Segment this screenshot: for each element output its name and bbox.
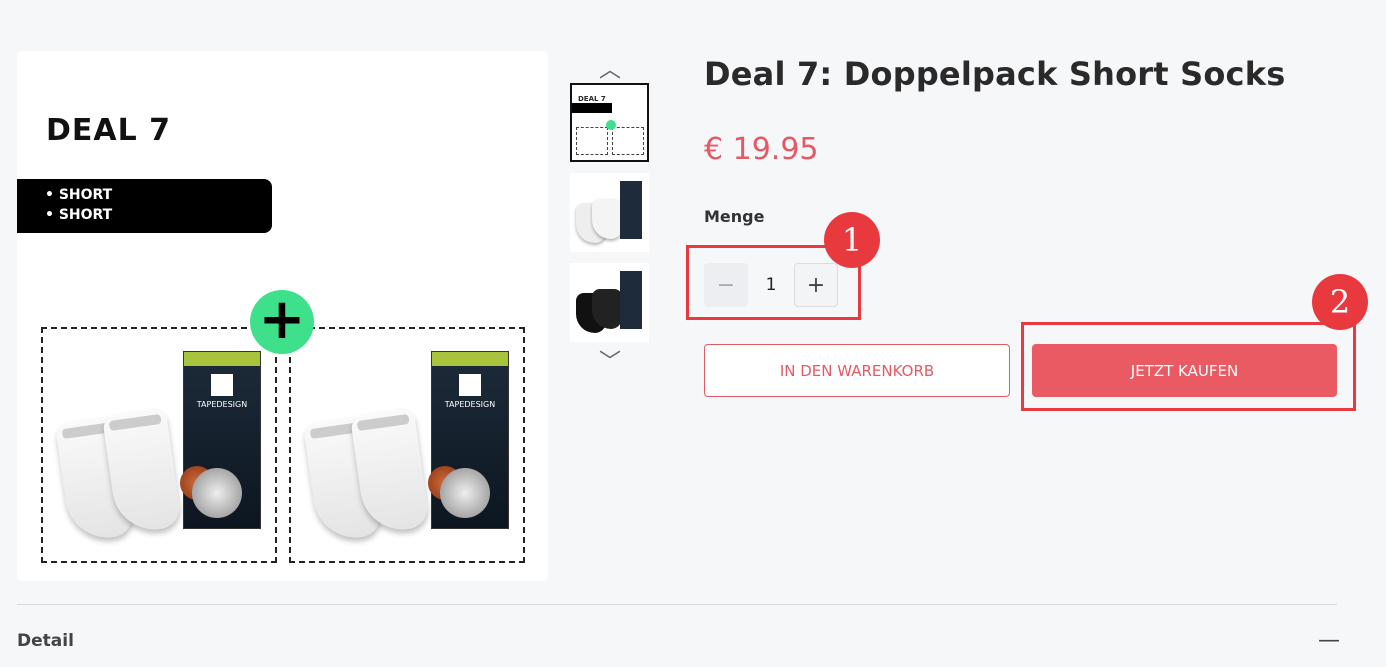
thumbnail-1[interactable]: DEAL 7 xyxy=(570,83,649,162)
detail-accordion-title[interactable]: Detail xyxy=(17,631,74,651)
thumbnail-label: DEAL 7 xyxy=(578,95,606,103)
thumbnail-down-arrow-icon[interactable]: ﹀ xyxy=(597,344,623,376)
annotation-box-2 xyxy=(1021,322,1356,411)
plus-badge-icon: + xyxy=(250,290,314,354)
thumbnail-2[interactable] xyxy=(570,173,649,252)
section-divider xyxy=(17,604,1337,605)
sock-pack-image: TAPEDESIGN xyxy=(54,349,265,543)
pack-brand-label: TAPEDESIGN xyxy=(444,400,496,409)
annotation-badge-1: 1 xyxy=(824,212,880,268)
thumbnail-3[interactable] xyxy=(570,263,649,342)
annotation-badge-2: 2 xyxy=(1312,274,1368,330)
product-title: Deal 7: Doppelpack Short Socks xyxy=(704,55,1286,93)
sock-box-graphic: TAPEDESIGN xyxy=(180,351,261,529)
thumbnail-up-arrow-icon[interactable]: ︿ xyxy=(597,52,623,84)
deal-list-item: • SHORT xyxy=(45,207,113,223)
deal-list-box: • SHORT • SHORT xyxy=(17,179,272,233)
deal-title: DEAL 7 xyxy=(46,113,172,148)
pack-brand-label: TAPEDESIGN xyxy=(196,400,248,409)
add-to-cart-button[interactable]: IN DEN WARENKORB xyxy=(704,344,1010,397)
quantity-label: Menge xyxy=(704,207,765,226)
product-price: € 19.95 xyxy=(704,132,819,167)
deal-list-item: • SHORT xyxy=(45,187,113,203)
collapse-icon[interactable]: — xyxy=(1318,628,1340,653)
sock-pack-image: TAPEDESIGN xyxy=(302,349,513,543)
product-main-image[interactable]: DEAL 7 • SHORT • SHORT + TAPEDESIGN TAPE… xyxy=(17,51,548,581)
sock-box-graphic: TAPEDESIGN xyxy=(428,351,509,529)
